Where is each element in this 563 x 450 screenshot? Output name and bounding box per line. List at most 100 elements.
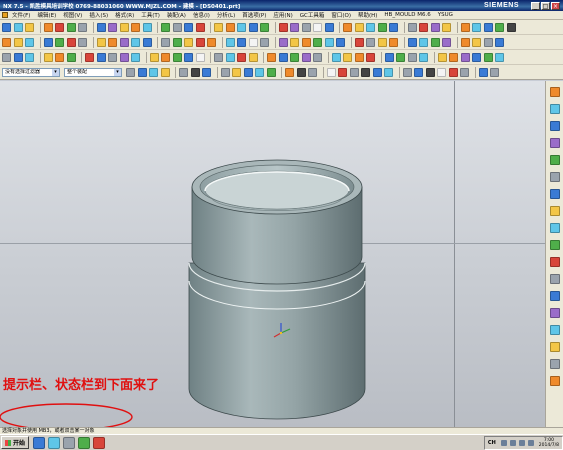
menu-assembly[interactable]: 装配(A)	[167, 11, 186, 19]
toolbar-button-icon[interactable]	[414, 67, 423, 77]
toolbar-button-icon[interactable]	[149, 52, 159, 62]
browser-icon[interactable]	[33, 436, 46, 449]
menu-tools[interactable]: 工具(T)	[141, 11, 160, 19]
start-button[interactable]: 开始	[1, 436, 30, 449]
toolbar-button-icon[interactable]	[301, 37, 311, 47]
toolbar-button-icon[interactable]	[313, 37, 322, 47]
toolbar-button-icon[interactable]	[313, 52, 322, 62]
menu-view[interactable]: 视图(V)	[63, 11, 82, 19]
toolbar-button-icon[interactable]	[349, 67, 359, 77]
toolbar-button-icon[interactable]	[85, 52, 94, 62]
toolbar-button-icon[interactable]	[324, 22, 334, 32]
resource-tab-icon[interactable]	[549, 240, 560, 250]
toolbar-button-icon[interactable]	[366, 52, 375, 62]
toolbar-button-icon[interactable]	[225, 37, 235, 47]
toolbar-button-icon[interactable]	[43, 22, 53, 32]
toolbar-button-icon[interactable]	[66, 37, 76, 47]
menu-information[interactable]: 信息(I)	[193, 11, 210, 19]
toolbar-button-icon[interactable]	[389, 37, 398, 47]
toolbar-button-icon[interactable]	[430, 37, 440, 47]
toolbar-button-icon[interactable]	[460, 37, 470, 47]
menu-window[interactable]: 窗口(O)	[331, 11, 351, 19]
toolbar-button-icon[interactable]	[131, 22, 140, 32]
toolbar-button-icon[interactable]	[43, 37, 53, 47]
toolbar-button-icon[interactable]	[301, 52, 311, 62]
chevron-down-icon[interactable]: ▾	[52, 68, 59, 76]
resource-tab-icon[interactable]	[549, 155, 560, 165]
nx-taskbar-icon[interactable]	[93, 436, 106, 449]
toolbar-button-icon[interactable]	[25, 22, 34, 32]
toolbar-button-icon[interactable]	[278, 52, 288, 62]
toolbar-button-icon[interactable]	[472, 52, 481, 62]
toolbar-button-icon[interactable]	[354, 37, 364, 47]
menu-insert[interactable]: 插入(S)	[89, 11, 108, 19]
app-menu-icon[interactable]	[2, 12, 8, 18]
resource-tab-icon[interactable]	[549, 291, 560, 301]
clock[interactable]: 7:00 2014/7/8	[539, 438, 559, 448]
toolbar-button-icon[interactable]	[108, 22, 117, 32]
menu-application[interactable]: 应用(N)	[273, 11, 292, 19]
toolbar-button-icon[interactable]	[161, 52, 170, 62]
menu-ysug[interactable]: YSUG	[438, 12, 453, 18]
toolbar-button-icon[interactable]	[419, 22, 428, 32]
toolbar-button-icon[interactable]	[384, 52, 394, 62]
toolbar-button-icon[interactable]	[495, 22, 504, 32]
resource-tab-icon[interactable]	[549, 121, 560, 131]
toolbar-button-icon[interactable]	[366, 37, 375, 47]
toolbar-button-icon[interactable]	[172, 52, 182, 62]
toolbar-button-icon[interactable]	[366, 22, 375, 32]
toolbar-button-icon[interactable]	[225, 52, 235, 62]
resource-tab-icon[interactable]	[549, 308, 560, 318]
toolbar-button-icon[interactable]	[13, 37, 23, 47]
toolbar-button-icon[interactable]	[55, 22, 64, 32]
toolbar-button-icon[interactable]	[131, 37, 140, 47]
toolbar-button-icon[interactable]	[483, 52, 493, 62]
toolbar-button-icon[interactable]	[313, 22, 322, 32]
toolbar-button-icon[interactable]	[207, 37, 216, 47]
scope-select[interactable]: 整个装配 ▾	[64, 67, 122, 77]
toolbar-button-icon[interactable]	[232, 67, 241, 77]
toolbar-button-icon[interactable]	[266, 67, 276, 77]
toolbar-button-icon[interactable]	[149, 67, 158, 77]
toolbar-button-icon[interactable]	[478, 67, 488, 77]
toolbar-button-icon[interactable]	[472, 37, 481, 47]
toolbar-button-icon[interactable]	[43, 52, 53, 62]
minimize-button[interactable]: _	[531, 1, 540, 10]
toolbar-button-icon[interactable]	[248, 22, 258, 32]
toolbar-button-icon[interactable]	[96, 22, 106, 32]
toolbar-button-icon[interactable]	[108, 37, 117, 47]
toolbar-button-icon[interactable]	[161, 37, 170, 47]
menu-hb-mould[interactable]: HB_MOULD M6.6	[384, 12, 430, 18]
toolbar-button-icon[interactable]	[172, 22, 182, 32]
resource-tab-icon[interactable]	[549, 359, 560, 369]
toolbar-button-icon[interactable]	[324, 37, 334, 47]
toolbar-button-icon[interactable]	[296, 67, 306, 77]
toolbar-button-icon[interactable]	[419, 37, 428, 47]
resource-tab-icon[interactable]	[549, 206, 560, 216]
toolbar-button-icon[interactable]	[13, 52, 23, 62]
toolbar-button-icon[interactable]	[442, 37, 451, 47]
resource-tab-icon[interactable]	[549, 376, 560, 386]
resource-tab-icon[interactable]	[549, 87, 560, 97]
toolbar-button-icon[interactable]	[354, 52, 364, 62]
resource-tab-icon[interactable]	[549, 172, 560, 182]
toolbar-button-icon[interactable]	[96, 37, 106, 47]
toolbar-button-icon[interactable]	[278, 37, 288, 47]
toolbar-button-icon[interactable]	[377, 22, 387, 32]
toolbar-button-icon[interactable]	[66, 52, 76, 62]
toolbar-button-icon[interactable]	[331, 52, 341, 62]
toolbar-button-icon[interactable]	[267, 52, 276, 62]
toolbar-button-icon[interactable]	[449, 52, 458, 62]
resource-tab-icon[interactable]	[549, 274, 560, 284]
toolbar-button-icon[interactable]	[483, 37, 493, 47]
toolbar-button-icon[interactable]	[338, 67, 347, 77]
toolbar-button-icon[interactable]	[55, 37, 64, 47]
menu-preferences[interactable]: 首选项(P)	[242, 11, 266, 19]
task-app-icon[interactable]	[63, 436, 76, 449]
chevron-down-icon[interactable]: ▾	[114, 68, 121, 76]
toolbar-button-icon[interactable]	[119, 52, 129, 62]
toolbar-button-icon[interactable]	[25, 37, 34, 47]
toolbar-button-icon[interactable]	[301, 22, 311, 32]
resource-tab-icon[interactable]	[549, 342, 560, 352]
toolbar-button-icon[interactable]	[260, 37, 269, 47]
